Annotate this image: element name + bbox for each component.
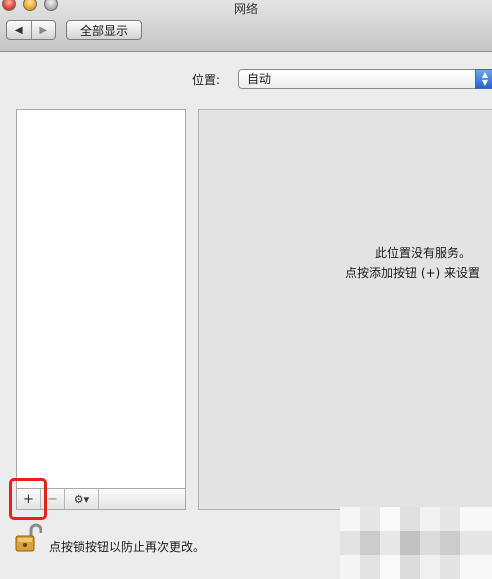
forward-button[interactable]: ▶ (32, 21, 56, 39)
location-label: 位置: (192, 73, 221, 87)
nav-button-group: ◀ ▶ (6, 20, 56, 40)
pixelated-overlay (340, 507, 492, 579)
chevron-down-icon: ▼ (481, 78, 489, 87)
service-list[interactable] (16, 109, 186, 488)
lock-open-icon[interactable] (14, 522, 42, 554)
back-button[interactable]: ◀ (7, 21, 32, 39)
location-select[interactable]: 自动 (238, 69, 492, 89)
gear-menu-button[interactable]: ⚙▾ (65, 489, 99, 509)
service-detail-panel (198, 109, 492, 510)
empty-message-line2: 点按添加按钮 (+) 来设置 (345, 266, 481, 280)
window-title: 网络 (233, 2, 258, 16)
empty-message-line1: 此位置没有服务。 (375, 246, 472, 260)
title-bar: 网络 ◀ ▶ 全部显示 (0, 0, 492, 52)
add-button-highlight (9, 478, 47, 520)
show-all-button[interactable]: 全部显示 (66, 20, 142, 40)
select-arrows-icon[interactable]: ▲ ▼ (475, 69, 492, 89)
lock-hint-text: 点按锁按钮以防止再次更改。 (49, 540, 206, 554)
